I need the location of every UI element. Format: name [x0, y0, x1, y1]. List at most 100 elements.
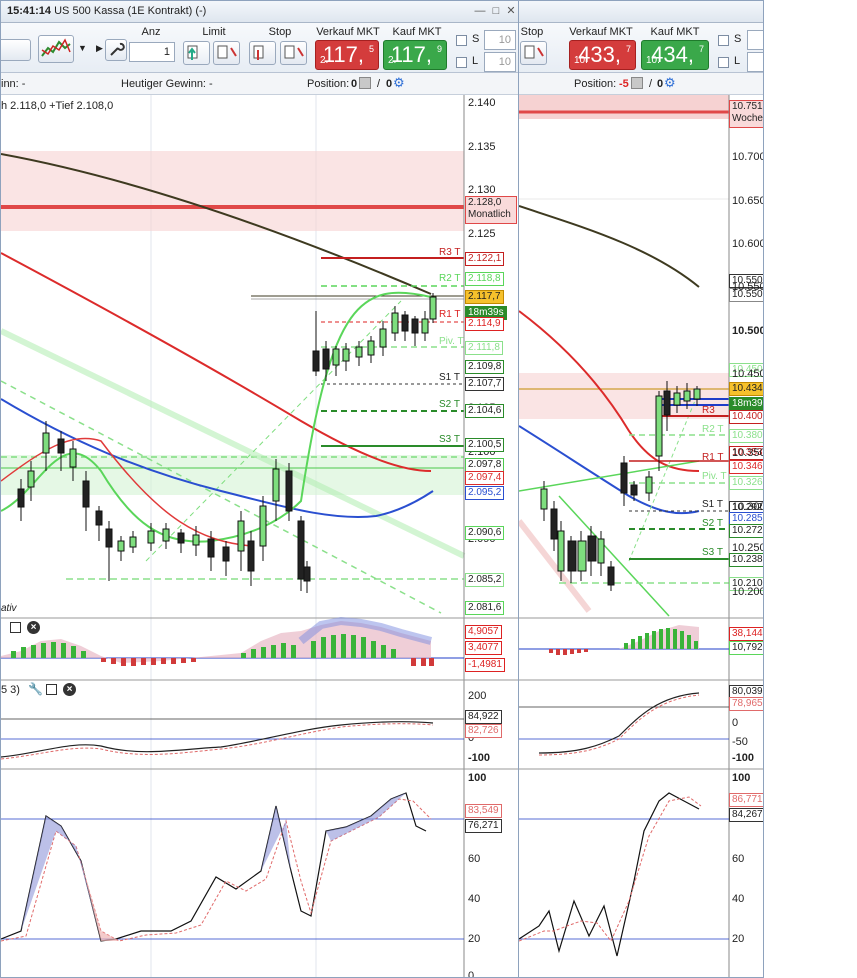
stop-distance-input[interactable]: 10	[484, 30, 516, 50]
cci-tag-2: 82,726	[465, 724, 502, 738]
cci-axis-right-minus50: -50	[732, 736, 748, 748]
r3-tag: 2.122,1	[465, 252, 505, 266]
order-type-dropdown[interactable]	[1, 39, 31, 61]
price-axis-label: 2.135	[468, 141, 496, 153]
chevron-right-icon[interactable]: ▶	[96, 43, 103, 54]
piv-label-right: Piv. T	[702, 471, 727, 482]
price-tag-a: 2.109,8	[465, 360, 505, 374]
limit-label: Limit	[202, 26, 226, 38]
stoch-axis-right-20: 20	[732, 933, 745, 945]
price-tag-f: 2.085,2	[465, 573, 505, 587]
macd-tag-2: 3,4077	[465, 641, 502, 655]
limit-buy-button[interactable]	[183, 41, 210, 65]
cci-settings-icon[interactable]: 🔧	[28, 682, 43, 696]
title-bar[interactable]: 15:41:14 US 500 Kassa (1E Kontrakt) (-) …	[1, 1, 518, 23]
stoch-tag-right-2: 84,267	[729, 808, 763, 822]
position-edit-icon[interactable]	[359, 77, 371, 89]
price-axis-label-right: 10.200	[732, 586, 764, 598]
stop-sell-icon-right	[524, 45, 544, 59]
stoch-axis-100: 100	[468, 772, 487, 784]
cci-tag-1: 84,922	[465, 710, 502, 724]
chart-high-low-text: h 2.118,0 +Tief 2.108,0	[1, 100, 114, 112]
stoch-axis-40: 40	[468, 893, 481, 905]
buy-mkt-label: Kauf MKT	[392, 26, 442, 38]
cci-window-icon[interactable]	[46, 684, 57, 695]
sell-price-main: 117,	[322, 42, 364, 67]
price-tag-b: 2.097,8	[465, 458, 505, 472]
limit-sell-icon	[217, 45, 237, 59]
tools-button[interactable]	[105, 39, 127, 61]
s2-label: S2 T	[439, 399, 460, 410]
r3-label: R3 T	[439, 247, 461, 258]
last-price-tag-right: 10.434	[729, 382, 763, 396]
s3-label: S3 T	[439, 434, 460, 445]
s1-label-right: S1 T	[702, 499, 723, 510]
panel-close-icon[interactable]: ×	[27, 621, 40, 634]
settings-gear-icon-right[interactable]: ⚙	[664, 75, 676, 91]
price-tag-g: 2.081,6	[465, 601, 505, 615]
stop-buy-button[interactable]	[249, 41, 276, 65]
close-icon[interactable]: ✕	[504, 4, 518, 18]
limit-short-label-right: L	[734, 55, 741, 67]
r1-label-right: R1 T	[702, 452, 724, 463]
chart-window-left: 15:41:14 US 500 Kassa (1E Kontrakt) (-) …	[0, 0, 519, 978]
title-bar-right[interactable]	[519, 1, 763, 23]
window-title: 15:41:14 US 500 Kassa (1E Kontrakt) (-)	[7, 5, 206, 17]
sell-market-button[interactable]: 2. 117, 5	[315, 40, 379, 70]
position-info-bar: inn: - Heutiger Gewinn: - Position: 0 / …	[1, 73, 518, 95]
sell-market-button-right[interactable]: 10. 433, 7	[569, 40, 636, 70]
chevron-down-icon[interactable]: ▼	[78, 43, 87, 53]
price-axis-label: 2.125	[468, 228, 496, 240]
r3-label-right: R3	[702, 405, 715, 416]
position-separator-right: /	[649, 78, 653, 90]
price-chart-right[interactable]	[519, 95, 764, 978]
minimize-icon[interactable]: —	[473, 4, 487, 18]
chart-style-button[interactable]	[38, 35, 74, 63]
stop-checkbox[interactable]	[456, 35, 467, 46]
buy-price-main-right: 434,	[651, 42, 694, 67]
stop-checkbox-right[interactable]	[718, 35, 729, 46]
r2-label-right: R2 T	[702, 424, 724, 435]
limit-sell-button[interactable]	[213, 41, 240, 65]
sell-price-main-right: 433,	[578, 42, 621, 67]
indicator-label: ativ	[1, 603, 17, 614]
chart-style-icon	[41, 38, 71, 57]
cci-axis-200: 200	[468, 690, 487, 702]
s3-tag: 2.100,5	[465, 438, 505, 452]
limit-checkbox[interactable]	[456, 57, 467, 68]
price-axis-label-right: 10.250	[732, 542, 764, 554]
limit-checkbox-right[interactable]	[718, 57, 729, 68]
buy-mkt-label-right: Kauf MKT	[650, 26, 700, 38]
stoch-tag-2: 76,271	[465, 819, 502, 833]
settings-gear-icon[interactable]: ⚙	[393, 75, 405, 91]
stoch-axis-right-40: 40	[732, 893, 745, 905]
price-tag-c: 2.097,4	[465, 471, 505, 485]
cci-params: 5 3)	[1, 684, 20, 696]
macd-tag-3: -1,4981	[465, 658, 505, 672]
stop-sell-button-right[interactable]	[520, 41, 547, 65]
sell-mkt-label-right: Verkauf MKT	[569, 26, 633, 38]
stop-distance-input-right[interactable]	[747, 30, 763, 50]
price-axis-label-right: 10.300	[732, 501, 764, 513]
s3-label-right: S3 T	[702, 547, 723, 558]
stop-label-right: Stop	[520, 26, 544, 38]
stop-sell-button[interactable]	[280, 41, 307, 65]
buy-market-button[interactable]: 2. 117, 9	[383, 40, 447, 70]
panel-window-icon[interactable]	[10, 622, 21, 633]
price-chart[interactable]	[1, 95, 519, 978]
price-axis-label-right: 10.350	[732, 447, 764, 459]
position-edit-icon-right[interactable]	[631, 77, 643, 89]
limit-distance-input-right[interactable]	[747, 52, 763, 72]
stop-label: Stop	[268, 26, 292, 38]
quantity-input[interactable]: 1	[129, 42, 175, 62]
macd-tag-right-1: 38,144	[729, 627, 763, 641]
limit-distance-input[interactable]: 10	[484, 52, 516, 72]
order-toolbar: ▼ ▶ Anz 1 Limit Stop Verkauf MKT 2. 117,…	[1, 23, 518, 73]
buy-market-button-right[interactable]: 10. 434, 7	[641, 40, 709, 70]
macd-tag-right-2: 10,792	[729, 641, 763, 655]
desktop-background	[764, 0, 857, 978]
monthly-level-tag: 2.128,0 Monatlich	[465, 196, 517, 224]
stoch-tag-right-1: 86,771	[729, 793, 763, 807]
maximize-icon[interactable]: □	[489, 4, 503, 18]
cci-close-icon[interactable]: ×	[63, 683, 76, 696]
